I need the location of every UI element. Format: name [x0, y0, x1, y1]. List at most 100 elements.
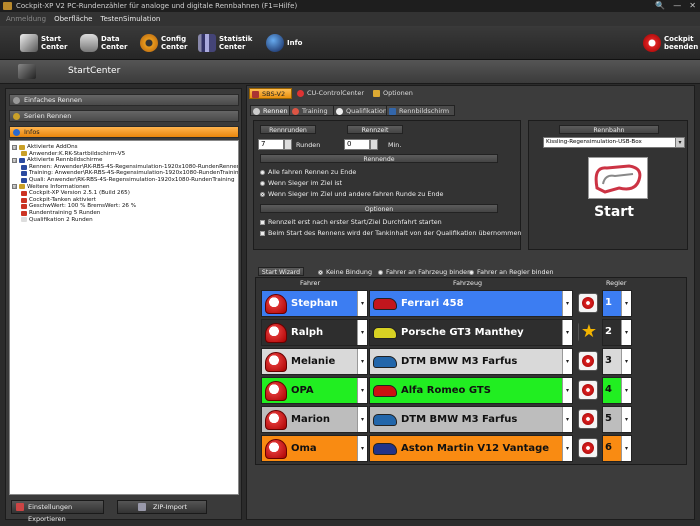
car-select[interactable]: DTM BMW M3 Farfus ▾	[369, 348, 573, 375]
data-center-button[interactable]: Data Center	[80, 30, 127, 56]
tree-item[interactable]: ⊟ Aktivierte AddOns	[12, 144, 236, 151]
rennbahn-select[interactable]: Kissling-Regensimulation-USB-Box	[543, 137, 685, 148]
controller-select[interactable]: 5 ▾	[602, 406, 632, 433]
car-select[interactable]: Ferrari 458 ▾	[369, 290, 573, 317]
driver-select[interactable]: Melanie ▾	[261, 348, 368, 375]
rennzeit-spinner[interactable]	[370, 139, 378, 150]
chevron-down-icon[interactable]: ▾	[562, 349, 572, 374]
controller-icon[interactable]	[578, 293, 598, 313]
chevron-down-icon[interactable]: ▾	[562, 291, 572, 316]
exit-button[interactable]: Cockpit beenden	[643, 30, 698, 56]
chevron-down-icon[interactable]: ▾	[621, 436, 631, 461]
controller-select[interactable]: 4 ▾	[602, 377, 632, 404]
chevron-down-icon[interactable]: ▾	[357, 407, 367, 432]
tree-item[interactable]: Rundentraining 5 Runden	[12, 210, 236, 217]
driver-select[interactable]: OPA ▾	[261, 377, 368, 404]
controller-icon[interactable]	[578, 438, 598, 458]
rennbahn-dropdown-icon[interactable]: ▾	[675, 137, 685, 148]
chevron-down-icon[interactable]: ▾	[562, 407, 572, 432]
chevron-down-icon[interactable]: ▾	[357, 291, 367, 316]
controller-icon[interactable]	[578, 409, 598, 429]
rennende-option-2[interactable]: Wenn Sieger im Ziel ist	[260, 179, 342, 187]
chevron-down-icon[interactable]: ▾	[562, 320, 572, 345]
chevron-down-icon[interactable]: ▾	[621, 378, 631, 403]
accordion-serien-rennen[interactable]: Serien Rennen	[9, 110, 239, 122]
config-center-button[interactable]: Config Center	[140, 30, 187, 56]
driver-select[interactable]: Ralph ▾	[261, 319, 368, 346]
tree-item[interactable]: Rennen: Anwender\RK-RBS-4S-Regensimulati…	[12, 164, 238, 171]
chevron-down-icon[interactable]: ▾	[621, 320, 631, 345]
car-select[interactable]: DTM BMW M3 Farfus ▾	[369, 406, 573, 433]
controller-select[interactable]: 1 ▾	[602, 290, 632, 317]
chevron-down-icon[interactable]: ▾	[357, 320, 367, 345]
controller-select[interactable]: 2 ▾	[602, 319, 632, 346]
start-center-button[interactable]: Start Center	[20, 30, 67, 56]
chevron-down-icon[interactable]: ▾	[621, 407, 631, 432]
tab-sbs-v2[interactable]: SBS-V2	[249, 88, 293, 99]
tree-node-icon	[21, 151, 27, 157]
helmet-icon	[265, 351, 287, 372]
binding-driver-car[interactable]: Fahrer an Fahrzeug binden	[378, 268, 471, 276]
binding-driver-controller[interactable]: Fahrer an Regler binden	[469, 268, 554, 276]
controller-select[interactable]: 3 ▾	[602, 348, 632, 375]
chevron-down-icon[interactable]: ▾	[357, 378, 367, 403]
driver-select[interactable]: Oma ▾	[261, 435, 368, 462]
rennende-option-1[interactable]: Alle fahren Rennen zu Ende	[260, 168, 356, 176]
tab-optionen[interactable]: Optionen	[371, 88, 419, 99]
car-select[interactable]: Alfa Romeo GTS ▾	[369, 377, 573, 404]
tree-item[interactable]: ⊟ Weitere Informationen	[12, 184, 236, 191]
tree-item[interactable]: Training: Anwender\RK-RBS-4S-Regensimula…	[12, 170, 238, 177]
car-select[interactable]: Aston Martin V12 Vantage ▾	[369, 435, 573, 462]
tab-qualifikation[interactable]: Qualifikation	[333, 105, 394, 116]
check-tankinhalt[interactable]: Beim Start des Rennens wird der Tankinha…	[260, 229, 521, 237]
tree-item[interactable]: Anwender:K.RK-Startbildschirm-V5	[12, 151, 236, 158]
tree-item[interactable]: Qualifikation 2 Runden	[12, 217, 236, 224]
tab-cu-controlcenter[interactable]: CU-ControlCenter	[295, 88, 370, 99]
statistik-center-button[interactable]: Statistik Center	[198, 30, 252, 56]
rennrunden-spinner[interactable]	[284, 139, 292, 150]
close-button[interactable]: ✕	[689, 0, 696, 12]
menu-testensimulation[interactable]: TestenSimulation	[101, 12, 161, 26]
rennrunden-input[interactable]: 7	[258, 139, 284, 150]
chevron-down-icon[interactable]: ▾	[621, 349, 631, 374]
car-select[interactable]: Porsche GT3 Manthey ▾	[369, 319, 573, 346]
controller-icon[interactable]	[578, 380, 598, 400]
driver-select[interactable]: Stephan ▾	[261, 290, 368, 317]
info-button[interactable]: Info	[266, 30, 302, 56]
chevron-down-icon[interactable]: ▾	[357, 436, 367, 461]
search-icon[interactable]: 🔍	[655, 0, 665, 12]
expand-icon[interactable]: ⊟	[12, 184, 17, 190]
menu-anmeldung[interactable]: Anmeldung	[6, 12, 46, 26]
zip-import-button[interactable]: ZIP-Import	[117, 500, 207, 514]
tree-item[interactable]: ⊟ Aktivierte Rennbildschirme	[12, 157, 236, 164]
rennende-option-3[interactable]: Wenn Sieger im Ziel und andere fahren Ru…	[260, 190, 443, 198]
binding-none[interactable]: Keine Bindung	[318, 268, 372, 276]
controller-icon[interactable]	[578, 351, 598, 371]
check-rennzeit[interactable]: Rennzeit erst nach erster Start/Ziel Dur…	[260, 218, 442, 226]
accordion-infos[interactable]: Infos	[9, 126, 239, 138]
accordion-einfaches-rennen[interactable]: Einfaches Rennen	[9, 94, 239, 106]
info-icon	[13, 129, 20, 136]
tab-rennbildschirm[interactable]: Rennbildschirm	[386, 105, 456, 116]
start-button[interactable]: Start	[569, 204, 659, 224]
minimize-button[interactable]: —	[673, 0, 681, 12]
tree-item[interactable]: Cockpit-Tanken aktiviert	[12, 197, 236, 204]
chevron-down-icon[interactable]: ▾	[562, 378, 572, 403]
export-settings-button[interactable]: Einstellungen Exportieren	[11, 500, 104, 523]
tab-rennen[interactable]: Rennen	[250, 105, 294, 116]
chevron-down-icon[interactable]: ▾	[357, 349, 367, 374]
tab-training[interactable]: Training	[289, 105, 334, 116]
expand-icon[interactable]: ⊟	[12, 144, 17, 150]
chevron-down-icon[interactable]: ▾	[562, 436, 572, 461]
rennzeit-input[interactable]: 0	[344, 139, 370, 150]
tree-item[interactable]: Cockpit-XP Version 2.5.1 (Build 265)	[12, 190, 236, 197]
driver-select[interactable]: Marion ▾	[261, 406, 368, 433]
expand-icon[interactable]: ⊟	[12, 157, 17, 163]
tree-item[interactable]: Quali: Anwender\RK-RBS-4S-Regensimulatio…	[12, 177, 236, 184]
chevron-down-icon[interactable]: ▾	[621, 291, 631, 316]
controller-select[interactable]: 6 ▾	[602, 435, 632, 462]
tree-item[interactable]: GeschwWert: 100 % BremsWert: 26 %	[12, 203, 236, 210]
car-name: DTM BMW M3 Farfus	[401, 414, 518, 425]
menu-oberflaeche[interactable]: Oberfläche	[54, 12, 92, 26]
start-wizard-button[interactable]: Start Wizard	[258, 267, 304, 276]
